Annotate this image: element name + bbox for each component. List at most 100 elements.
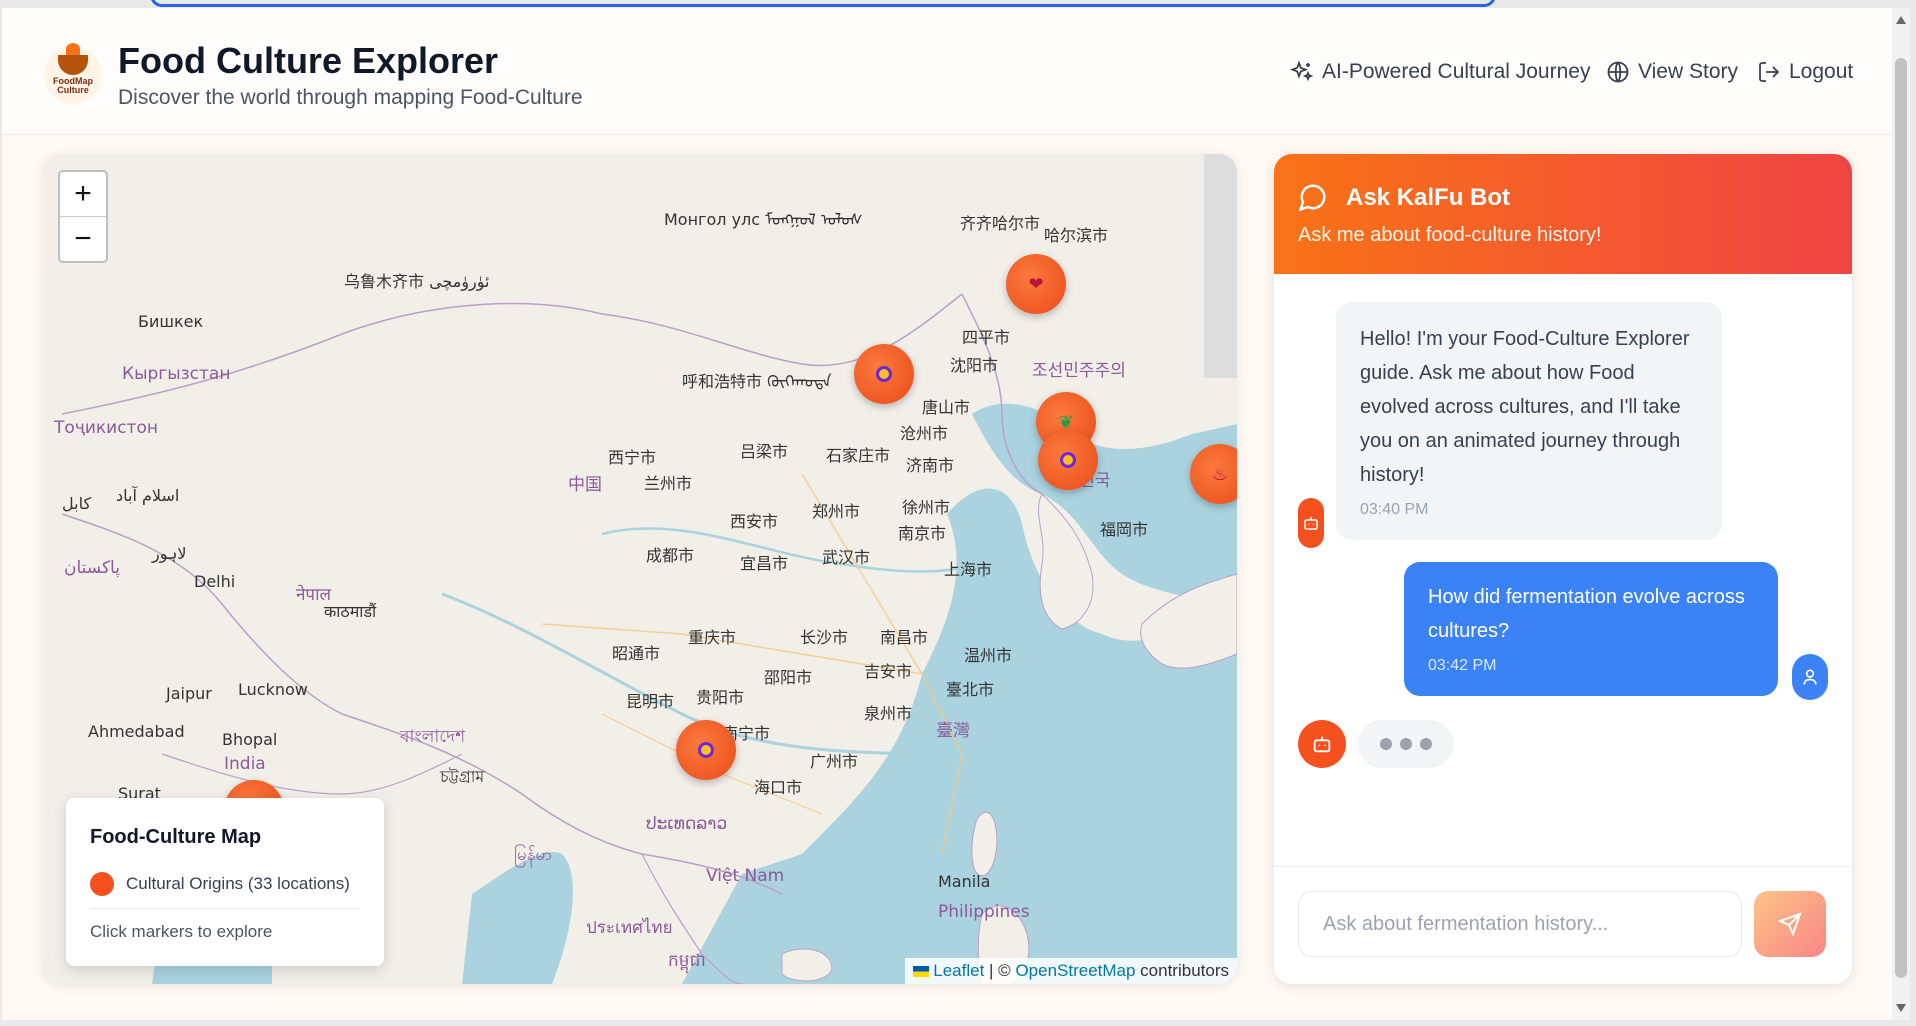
browser-focus-outline [150,0,1496,7]
label-xuzhou: 徐州市 [902,498,951,517]
map-container[interactable]: Монгол улс ᠮᠣᠩᠭᠣᠯ ᠤᠯᠤᠰ 乌鲁木齐市 ئۈرۈمچی Биш… [42,154,1237,984]
label-mongolia: Монгол улс ᠮᠣᠩᠭᠣᠯ ᠤᠯᠤᠰ [664,202,863,230]
label-cambodia: កម្ពុជា [668,951,706,971]
app-logo[interactable]: FoodMap Culture [44,43,102,104]
map-marker[interactable] [1038,430,1098,490]
label-harbin: 哈尔滨市 [1044,226,1109,245]
label-zhaotong: 昭通市 [612,644,661,663]
label-delhi: Delhi [194,572,236,591]
logo-text: FoodMap Culture [53,76,93,95]
user-message-text: How did fermentation evolve across cultu… [1428,586,1745,642]
label-philippines: Philippines [938,902,1030,922]
robot-icon [1313,736,1331,753]
label-tajikistan: Тоҷикистон [54,418,158,438]
typing-dot [1420,738,1432,750]
map-marker[interactable] [676,720,736,780]
label-shaoyang: 邵阳市 [764,668,813,687]
attribution-sep: | © [984,961,1016,980]
attribution-contrib: contributors [1135,961,1229,980]
label-taipei: 臺北市 [946,680,995,699]
label-thailand: ประเทศไทย [586,918,673,938]
label-jinan: 济南市 [906,456,955,475]
label-lucknow: Lucknow [238,680,308,699]
label-laos: ປະເທດລາວ [646,814,728,834]
label-myanmar: မြန်မာ [514,845,553,865]
typing-dot [1400,738,1412,750]
ukraine-flag-icon [912,966,929,978]
label-pakistan: پاکستان [64,558,120,578]
label-changsha: 长沙市 [800,628,849,647]
chat-subtitle: Ask me about food-culture history! [1298,224,1602,246]
label-kabul: کابل [62,494,92,513]
zoom-in-button[interactable]: + [60,172,106,217]
ai-journey-link[interactable]: AI-Powered Cultural Journey [1290,60,1590,84]
view-story-label: View Story [1638,60,1738,83]
send-button[interactable] [1754,891,1826,957]
label-bangladesh: বাংলাদেশ [400,727,466,747]
label-bishkek: Бишкек [138,312,204,331]
scroll-thumb[interactable] [1895,58,1907,978]
user-message: How did fermentation evolve across cultu… [1404,562,1778,696]
scroll-up-arrow-icon[interactable] [1896,16,1906,24]
label-quanzhou: 泉州市 [864,704,913,723]
send-icon [1778,912,1802,936]
label-islamabad: اسلام آباد [116,486,180,505]
osm-link[interactable]: OpenStreetMap [1015,961,1135,980]
heart-icon: ❤ [1028,273,1044,294]
label-qiqihar: 齐齐哈尔市 [960,214,1041,233]
legend-divider [90,908,360,909]
marker-dot-icon [698,742,714,758]
label-taiwan: 臺灣 [936,721,970,741]
label-urumqi: 乌鲁木齐市 ئۈرۈمچی [344,272,490,291]
label-shenyang: 沈阳市 [950,356,999,375]
zoom-out-button[interactable]: − [60,217,106,261]
label-nanjing: 南京市 [898,524,947,543]
map-attribution: Leaflet | © OpenStreetMap contributors [904,958,1237,984]
ai-journey-label: AI-Powered Cultural Journey [1322,60,1591,83]
zoom-control: + − [58,170,108,263]
user-message-time: 03:42 PM [1428,657,1497,674]
chat-bubble-icon [1298,184,1326,212]
label-tangshan: 唐山市 [922,398,971,417]
view-story-link[interactable]: View Story [1606,60,1738,84]
typing-dot [1380,738,1392,750]
label-bhopal: Bhopal [222,730,278,749]
legend-item: Cultural Origins (33 locations) [126,874,350,893]
map-marker[interactable]: ❤ [1006,254,1066,314]
robot-icon [1304,517,1318,530]
label-jian: 吉安市 [864,662,913,681]
label-chongqing: 重庆市 [688,628,737,647]
bowl-icon: ♨ [1211,463,1229,484]
label-nanchang: 南昌市 [880,628,929,647]
label-guangzhou: 广州市 [810,752,859,771]
map-marker[interactable] [854,344,914,404]
label-india: India [224,754,266,774]
logout-link[interactable]: Logout [1757,60,1853,84]
chat-input[interactable] [1298,891,1742,957]
label-siping: 四平市 [962,328,1011,347]
label-kathmandu: काठमाडौं [324,602,377,621]
scroll-down-arrow-icon[interactable] [1896,1004,1906,1012]
user-icon [1803,669,1817,685]
label-wenzhou: 温州市 [964,646,1013,665]
marker-dot-icon [1060,452,1076,468]
label-shijiazhuang: 石家庄市 [826,446,891,465]
label-vietnam: Việt Nam [706,866,785,886]
label-shanghai: 上海市 [944,560,993,579]
label-manila: Manila [938,872,991,891]
chat-panel: Ask KalFu Bot Ask me about food-culture … [1274,154,1852,984]
label-haikou: 海口市 [754,778,803,797]
label-guiyang: 贵阳市 [696,688,745,707]
label-fukuoka: 福岡市 [1100,520,1149,539]
page-scrollbar[interactable] [1892,8,1910,1020]
leaflet-link[interactable]: Leaflet [933,961,984,980]
chat-header: Ask KalFu Bot Ask me about food-culture … [1274,154,1852,274]
chat-title: Ask KalFu Bot [1346,184,1511,211]
chat-input-bar [1274,866,1852,984]
bot-message-text: Hello! I'm your Food-Culture Explorer gu… [1360,328,1690,486]
label-yichang: 宜昌市 [740,554,789,573]
legend-dot-icon [90,872,114,896]
label-lanzhou: 兰州市 [644,474,693,493]
bot-avatar [1298,720,1346,768]
bowl-icon [58,43,88,75]
